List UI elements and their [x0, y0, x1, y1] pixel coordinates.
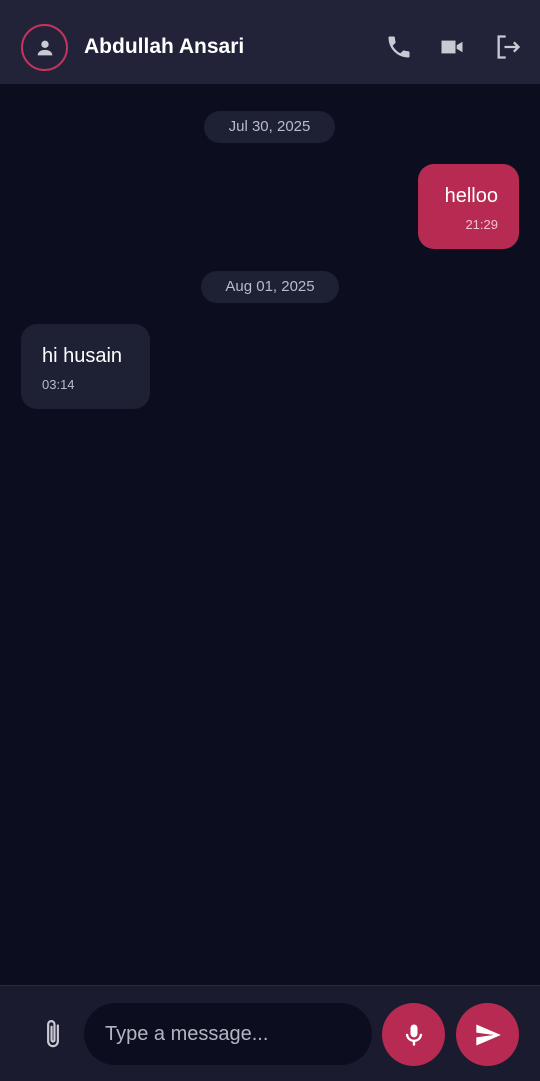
chat-screen: Abdullah Ansari Jul 30, 2025 helloo 21:2… — [0, 0, 540, 1081]
chat-header: Abdullah Ansari — [0, 0, 540, 84]
video-camera-icon — [441, 40, 463, 54]
person-icon — [37, 40, 52, 55]
microphone-icon — [405, 1024, 422, 1045]
attach-button[interactable] — [36, 1016, 70, 1052]
logout-button[interactable] — [491, 30, 525, 64]
message-list[interactable]: Jul 30, 2025 helloo 21:29 Aug 01, 2025 h… — [0, 84, 540, 985]
date-divider: Aug 01, 2025 — [201, 271, 339, 303]
logout-icon — [497, 35, 521, 59]
message-time: 03:14 — [42, 377, 75, 392]
call-button[interactable] — [382, 30, 416, 64]
send-button[interactable] — [456, 1003, 519, 1066]
phone-icon — [388, 36, 410, 58]
message-text: helloo — [444, 185, 498, 207]
date-divider: Jul 30, 2025 — [204, 111, 335, 143]
message-composer — [0, 985, 540, 1081]
contact-name[interactable]: Abdullah Ansari — [84, 33, 244, 61]
voice-record-button[interactable] — [382, 1003, 445, 1066]
message-time: 21:29 — [465, 217, 498, 232]
contact-avatar[interactable] — [21, 24, 68, 71]
outgoing-message[interactable]: helloo 21:29 — [418, 164, 519, 249]
paperclip-icon — [47, 1020, 59, 1048]
incoming-message[interactable]: hi husain 03:14 — [21, 324, 150, 409]
message-text: hi husain — [42, 345, 123, 367]
video-call-button[interactable] — [435, 30, 469, 64]
message-input[interactable] — [84, 1003, 372, 1065]
send-icon — [475, 1024, 501, 1045]
